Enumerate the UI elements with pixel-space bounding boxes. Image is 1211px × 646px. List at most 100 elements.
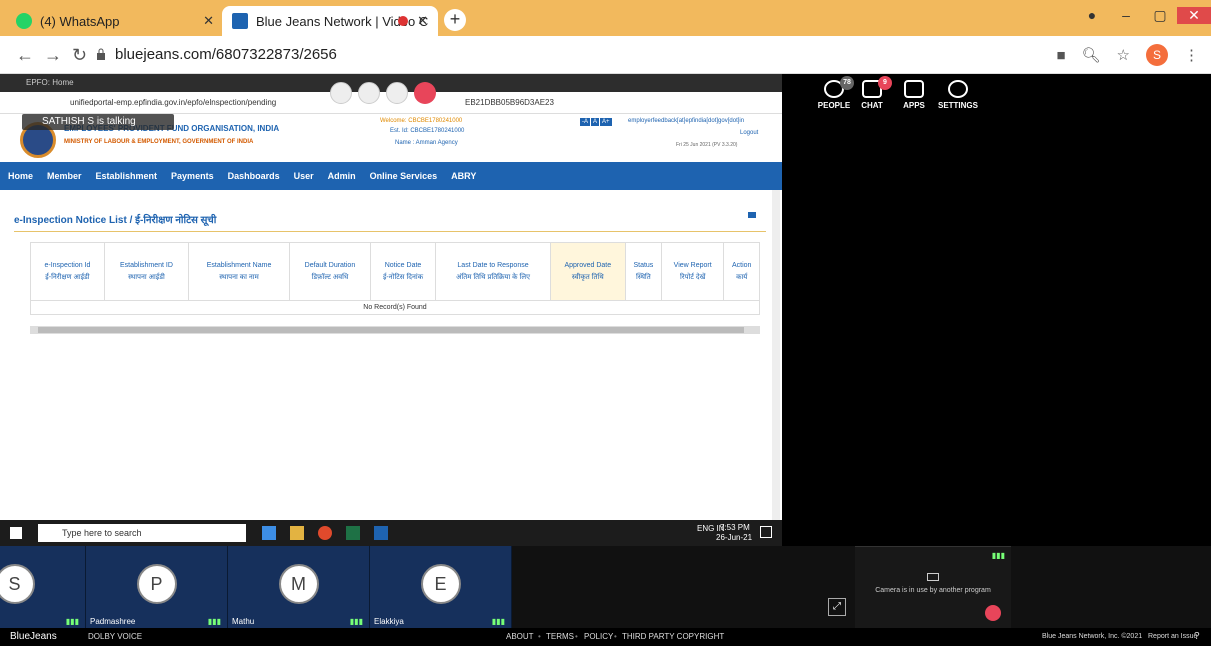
menu-item-abry[interactable]: ABRY <box>451 171 476 181</box>
font-increase-button[interactable]: A+ <box>600 118 612 126</box>
taskbar-search[interactable]: Type here to search <box>38 524 246 542</box>
copyright-text: Blue Jeans Network, Inc. ©2021 <box>1042 633 1143 640</box>
tab-whatsapp[interactable]: (4) WhatsApp ✕ <box>8 6 224 36</box>
video-mute-icon[interactable] <box>330 82 352 104</box>
camera-message: Camera is in use by another program <box>875 587 991 594</box>
menu-icon[interactable]: ⋮ <box>1184 46 1199 64</box>
footer-link-terms[interactable]: TERMS <box>546 628 574 646</box>
share-screen-icon[interactable] <box>386 82 408 104</box>
screen-share: EPFO: Home unifiedportal-emp.epfindia.go… <box>0 74 782 546</box>
hangup-icon[interactable] <box>414 82 436 104</box>
close-window-button[interactable]: ✕ <box>1177 6 1211 24</box>
chrome-icon[interactable] <box>318 526 332 540</box>
col-action[interactable]: Action कार्य <box>723 242 760 301</box>
col-establishment-name[interactable]: Establishment Name स्थापना का नाम <box>188 242 291 301</box>
font-decrease-button[interactable]: -A <box>580 118 590 126</box>
minimize-button[interactable]: – <box>1109 7 1143 23</box>
org-subtitle: MINISTRY OF LABOUR & EMPLOYMENT, GOVERNM… <box>64 139 254 145</box>
tray-time: 7:53 PM <box>720 523 750 532</box>
camera-off-icon <box>927 573 939 581</box>
inspection-table: e-Inspection Id ई-निरीक्षण आईडी Establish… <box>30 242 760 315</box>
windows-start-icon[interactable] <box>10 527 22 539</box>
bluejeans-taskbar-icon[interactable] <box>374 526 388 540</box>
footer-link-about[interactable]: ABOUT <box>506 628 534 646</box>
feedback-email[interactable]: employerfeedback[at]epfindia[dot]gov[dot… <box>628 118 744 124</box>
logout-link[interactable]: Logout <box>740 130 758 136</box>
notification-icon[interactable] <box>760 526 772 538</box>
excel-icon[interactable] <box>346 526 360 540</box>
new-tab-button[interactable]: + <box>444 9 466 31</box>
call-controls <box>330 82 436 104</box>
menu-item-admin[interactable]: Admin <box>328 171 356 181</box>
menu-item-member[interactable]: Member <box>47 171 82 181</box>
participant-tile[interactable]: P Padmashree ▮▮▮ <box>86 546 228 628</box>
footer-link-copyright[interactable]: THIRD PARTY COPYRIGHT <box>622 628 724 646</box>
inner-url-tail: EB21DBB05B96D3AE23 <box>465 98 554 107</box>
menu-item-online-services[interactable]: Online Services <box>370 171 438 181</box>
menu-item-user[interactable]: User <box>294 171 314 181</box>
table-row: No Record(s) Found <box>30 300 760 315</box>
participant-avatar: M <box>278 564 319 604</box>
help-icon[interactable]: ? <box>1194 628 1200 646</box>
col-inspection-id[interactable]: e-Inspection Id ई-निरीक्षण आईडी <box>30 242 105 301</box>
reload-button[interactable]: ↻ <box>72 45 87 66</box>
profile-avatar[interactable]: S <box>1146 44 1168 66</box>
expand-icon[interactable]: ⤢ <box>828 598 846 616</box>
maximize-button[interactable]: ▢ <box>1143 7 1177 24</box>
portal-date: Fri 25 Jun 2021 (PV 3.3.20) <box>676 142 738 148</box>
font-normal-button[interactable]: A <box>591 118 600 126</box>
participant-name: Mathu <box>232 617 255 626</box>
vertical-scrollbar[interactable] <box>772 190 780 520</box>
font-size-buttons: -A A A+ <box>580 118 612 126</box>
col-approved-date[interactable]: Approved Date स्वीकृत तिथि <box>549 242 626 301</box>
signal-icon: ▮▮▮ <box>65 617 79 626</box>
settings-button[interactable]: SETTINGS <box>928 80 988 110</box>
collapse-icon[interactable] <box>748 212 756 218</box>
mic-mute-icon[interactable] <box>358 82 380 104</box>
mic-muted-icon[interactable] <box>985 605 1001 621</box>
participant-tile[interactable]: E Elakkiya ▮▮▮ <box>370 546 512 628</box>
chat-label: CHAT <box>861 101 883 110</box>
menu-item-dashboards[interactable]: Dashboards <box>228 171 280 181</box>
back-button[interactable]: ← <box>16 45 34 66</box>
menu-item-payments[interactable]: Payments <box>171 171 214 181</box>
apps-icon <box>904 80 924 98</box>
forward-button[interactable]: → <box>44 45 62 66</box>
right-panel: 78 PEOPLE 9 CHAT APPS SETTINGS <box>782 74 1211 546</box>
menu-item-establishment[interactable]: Establishment <box>96 171 158 181</box>
apps-label: APPS <box>903 101 925 110</box>
est-id: Est. Id: CBCBE1780241000 <box>390 128 465 134</box>
scroll-thumb[interactable] <box>38 327 744 333</box>
report-issue-link[interactable]: Report an Issue <box>1148 628 1197 646</box>
participant-tile[interactable]: S ▮▮▮ <box>0 546 86 628</box>
col-default-duration[interactable]: Default Duration डिफ़ॉल्ट अवधि <box>289 242 371 301</box>
tab-bluejeans[interactable]: Blue Jeans Network | Video C ✕ <box>222 6 438 36</box>
inner-tab-label: EPFO: Home <box>26 78 74 87</box>
explorer-icon[interactable] <box>290 526 304 540</box>
page-content: e-Inspection Notice List / ई-निरीक्षण नो… <box>0 190 782 520</box>
empty-message: No Record(s) Found <box>30 300 760 315</box>
tray-date: 26-Jun-21 <box>716 533 753 542</box>
taskview-icon[interactable] <box>262 526 276 540</box>
zoom-icon[interactable]: 🔍︎ <box>1082 46 1101 64</box>
signal-icon: ▮▮▮ <box>349 617 363 626</box>
profile-icon[interactable]: ● <box>1075 7 1109 23</box>
col-last-date[interactable]: Last Date to Response अंतिम तिथि प्रतिक्र… <box>435 242 551 301</box>
col-establishment-id[interactable]: Establishment ID स्थापना आईडी <box>103 242 190 301</box>
horizontal-scrollbar[interactable] <box>30 326 760 334</box>
menu-item-home[interactable]: Home <box>8 171 33 181</box>
col-status[interactable]: Status स्थिति <box>624 242 662 301</box>
participant-tile[interactable]: M Mathu ▮▮▮ <box>228 546 370 628</box>
url-field[interactable]: bluejeans.com/6807322873/2656 <box>115 46 337 63</box>
footer-link-policy[interactable]: POLICY <box>584 628 613 646</box>
bookmark-star-icon[interactable]: ☆ <box>1117 46 1130 64</box>
close-icon[interactable]: ✕ <box>203 13 214 29</box>
tab-label: (4) WhatsApp <box>40 13 120 29</box>
lock-icon <box>97 48 105 60</box>
col-notice-date[interactable]: Notice Date ई-नोटिस दिनांक <box>369 242 437 301</box>
col-view-report[interactable]: View Report रिपोर्ट देखें <box>660 242 725 301</box>
window-controls: ● – ▢ ✕ <box>1075 0 1211 30</box>
self-view-tile: ▮▮▮ Camera is in use by another program <box>855 546 1011 628</box>
close-icon[interactable]: ✕ <box>417 13 428 29</box>
camera-icon[interactable]: ■ <box>1056 47 1065 64</box>
